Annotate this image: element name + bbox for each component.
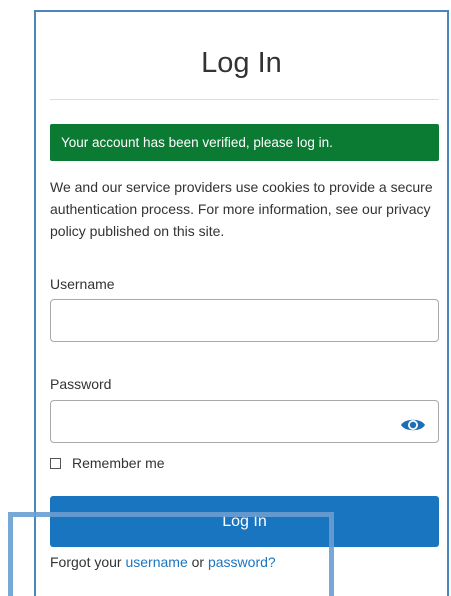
username-input[interactable] bbox=[50, 299, 439, 342]
password-input[interactable] bbox=[50, 400, 439, 443]
title-divider bbox=[50, 99, 439, 100]
forgot-password-link[interactable]: password? bbox=[208, 554, 276, 570]
remember-me-label: Remember me bbox=[72, 455, 165, 471]
login-button[interactable]: Log In bbox=[50, 496, 439, 547]
forgot-credentials: Forgot your username or password? bbox=[50, 554, 276, 570]
password-label: Password bbox=[50, 376, 112, 392]
forgot-middle: or bbox=[187, 554, 208, 570]
eye-icon[interactable] bbox=[400, 416, 426, 434]
login-panel: Log In Your account has been verified, p… bbox=[34, 10, 449, 596]
page-title: Log In bbox=[201, 47, 282, 79]
cookie-notice: We and our service providers use cookies… bbox=[50, 179, 433, 239]
username-label: Username bbox=[50, 276, 115, 292]
login-page: Log In Your account has been verified, p… bbox=[0, 0, 451, 596]
remember-me-checkbox[interactable] bbox=[50, 457, 61, 469]
remember-me-row[interactable]: Remember me bbox=[50, 455, 165, 471]
forgot-username-link[interactable]: username bbox=[125, 554, 187, 570]
verified-alert: Your account has been verified, please l… bbox=[50, 124, 439, 161]
forgot-prefix: Forgot your bbox=[50, 554, 126, 570]
